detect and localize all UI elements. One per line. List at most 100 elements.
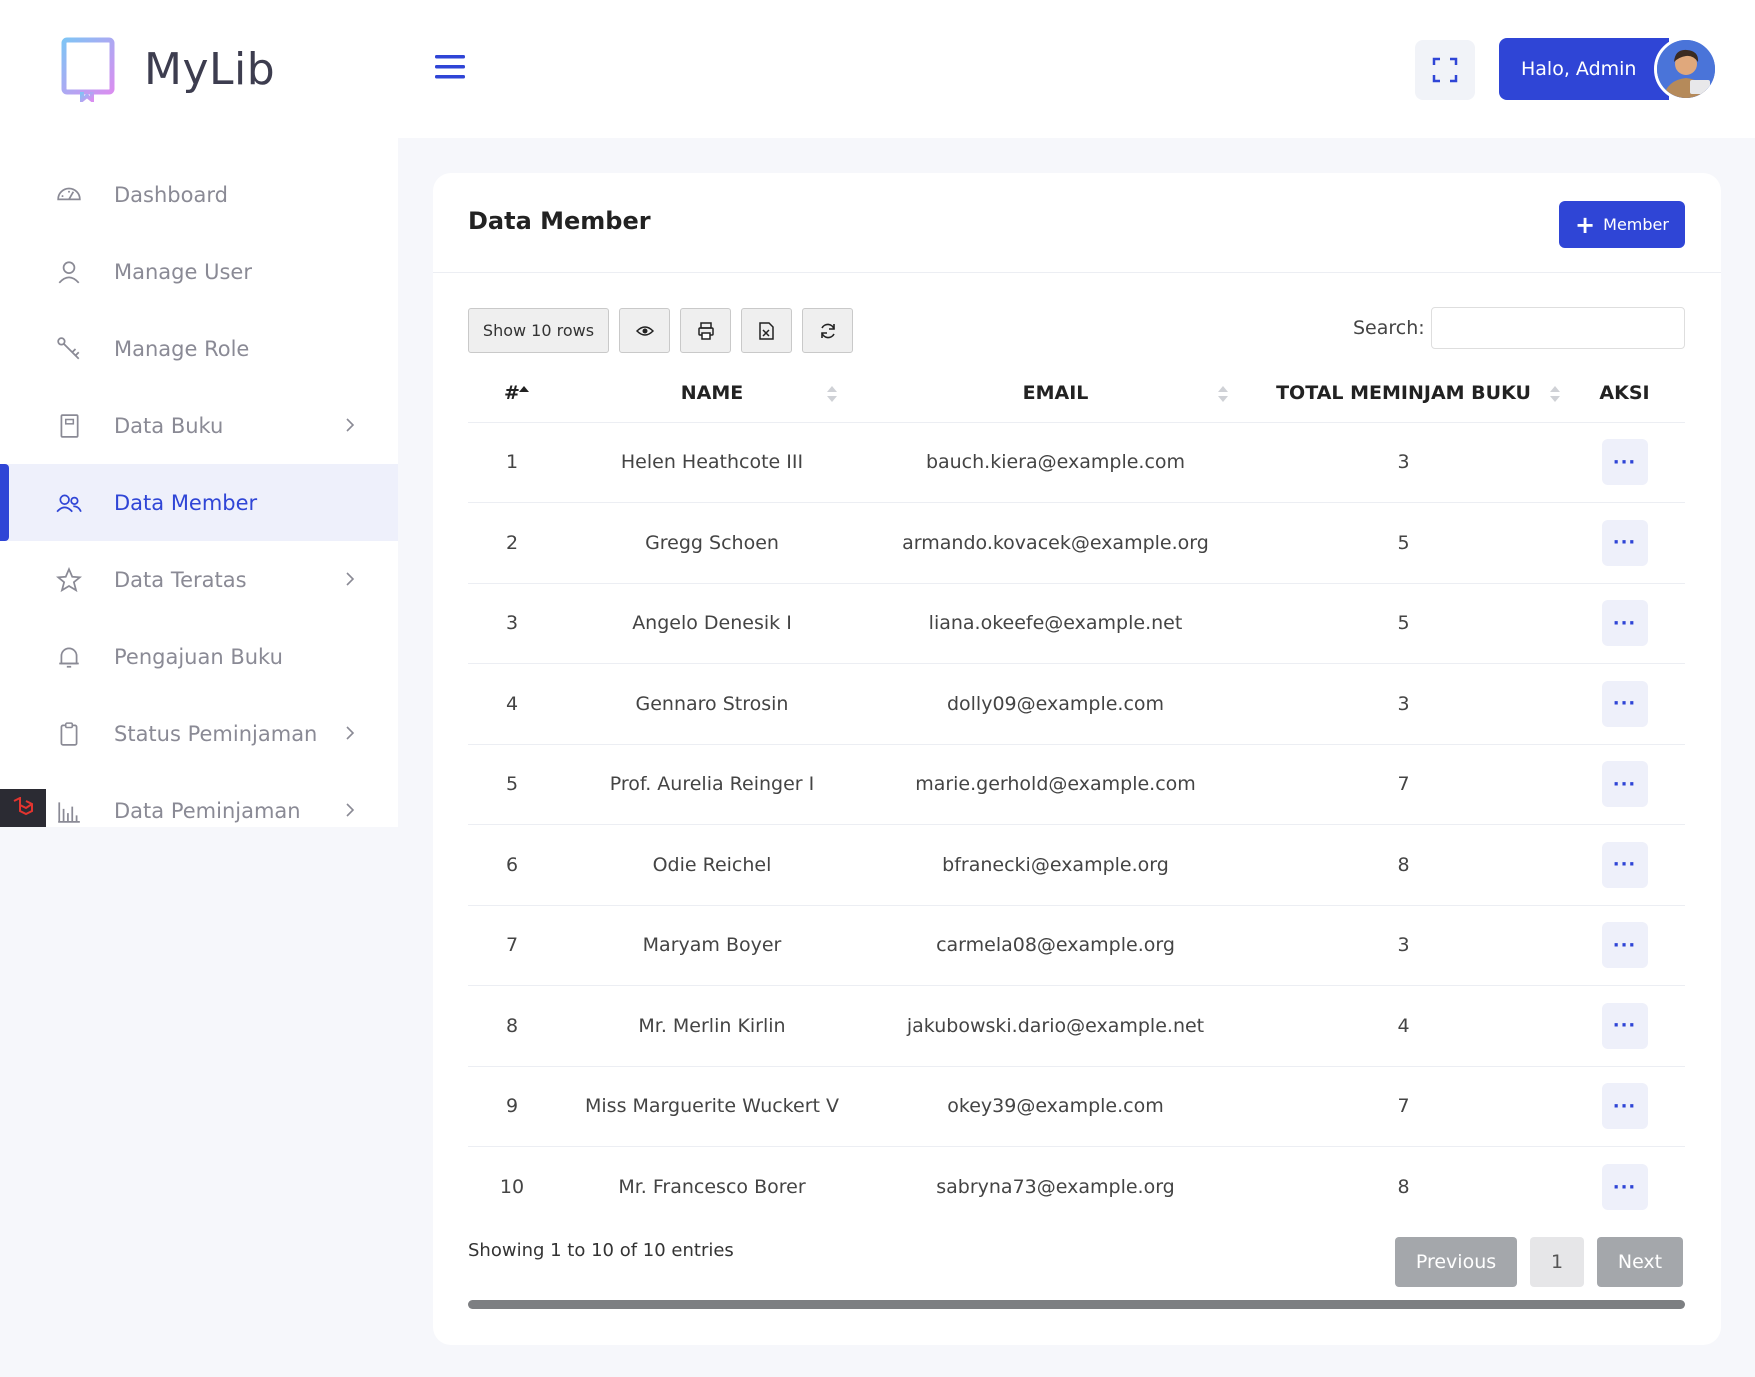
- row-actions-button[interactable]: ···: [1601, 680, 1648, 727]
- cell-total: 7: [1243, 1066, 1564, 1147]
- export-excel-button[interactable]: [741, 308, 792, 353]
- cell-name: Miss Marguerite Wuckert V: [556, 1066, 868, 1147]
- sidebar-item-label: Manage User: [114, 259, 252, 284]
- col-header-number[interactable]: #: [468, 365, 556, 423]
- user-icon: [58, 260, 80, 283]
- user-menu-button[interactable]: Halo, Admin: [1499, 38, 1669, 100]
- col-header-email-label: EMAIL: [1022, 382, 1089, 405]
- add-member-label: Member: [1603, 215, 1669, 234]
- row-actions-button[interactable]: ···: [1601, 761, 1648, 808]
- cell-aksi: ···: [1564, 905, 1685, 986]
- cell-total: 3: [1243, 905, 1564, 986]
- column-visibility-button[interactable]: [619, 308, 670, 353]
- sidebar-item-data-member[interactable]: Data Member: [0, 464, 398, 541]
- refresh-button[interactable]: [802, 308, 853, 353]
- refresh-icon: [820, 323, 835, 338]
- sidebar-item-label: Data Teratas: [114, 567, 247, 592]
- row-actions-button[interactable]: ···: [1601, 922, 1648, 969]
- cell-email: okey39@example.com: [868, 1066, 1243, 1147]
- horizontal-scrollbar[interactable]: [468, 1300, 1685, 1309]
- row-actions-button[interactable]: ···: [1601, 600, 1648, 647]
- cell-email: jakubowski.dario@example.net: [868, 985, 1243, 1067]
- sidebar-item-label: Dashboard: [114, 182, 228, 207]
- app-name: MyLib: [144, 43, 276, 95]
- cell-number: 2: [468, 502, 556, 584]
- cell-total: 3: [1243, 422, 1564, 503]
- sidebar-item-pengajuan-buku[interactable]: Pengajuan Buku: [0, 618, 398, 695]
- sidebar-item-data-peminjaman[interactable]: Data Peminjaman: [0, 772, 398, 849]
- sidebar-item-label: Data Member: [114, 490, 258, 515]
- gauge-icon: [57, 187, 81, 200]
- cell-aksi: ···: [1564, 422, 1685, 503]
- cell-aksi: ···: [1564, 583, 1685, 664]
- row-actions-button[interactable]: ···: [1601, 1002, 1648, 1049]
- col-header-email[interactable]: EMAIL: [868, 365, 1243, 423]
- cell-name: Mr. Merlin Kirlin: [556, 985, 868, 1067]
- cell-name: Angelo Denesik I: [556, 583, 868, 664]
- user-greeting: Halo, Admin: [1521, 58, 1637, 80]
- row-actions-button[interactable]: ···: [1601, 519, 1648, 566]
- previous-page-button[interactable]: Previous: [1395, 1237, 1517, 1287]
- cell-aksi: ···: [1564, 985, 1685, 1067]
- app-logo[interactable]: MyLib: [60, 36, 275, 102]
- cell-total: 5: [1243, 502, 1564, 584]
- cell-name: Mr. Francesco Borer: [618, 1176, 806, 1198]
- user-avatar[interactable]: [1654, 37, 1718, 101]
- sidebar-item-data-buku[interactable]: Data Buku: [0, 387, 398, 464]
- sidebar-nav: Dashboard Manage User Manage Role Data Buku…: [0, 156, 398, 849]
- page-1-button[interactable]: 1: [1530, 1237, 1584, 1287]
- row-actions-button[interactable]: ···: [1601, 1083, 1648, 1130]
- table-row: 3 Angelo Denesik Iliana.okeefe@example.ne…: [468, 583, 1685, 664]
- table-toolbar: Show 10 rows: [468, 308, 863, 353]
- cell-email: liana.okeefe@example.net: [868, 583, 1243, 664]
- col-header-aksi: AKSI: [1564, 365, 1685, 423]
- table-row: 1 Helen Heathcote III bauch.kiera@example.…: [468, 422, 1685, 503]
- col-header-total[interactable]: TOTAL MEMINJAM BUKU: [1243, 365, 1564, 423]
- fullscreen-button[interactable]: [1415, 40, 1475, 100]
- top-header: Halo, Admin: [398, 0, 1755, 138]
- print-button[interactable]: [680, 308, 731, 353]
- cell-aksi: ···: [1564, 502, 1685, 584]
- sort-icon: [1550, 386, 1560, 402]
- table-row: 2 Gregg Schoen armando.kovacek@example.org…: [468, 502, 1685, 584]
- row-actions-button[interactable]: ···: [1601, 1164, 1648, 1210]
- col-header-name-label: NAME: [680, 382, 744, 405]
- cell-email: marie.gerhold@example.com: [868, 744, 1243, 825]
- show-rows-button[interactable]: Show 10 rows: [468, 308, 609, 353]
- eye-icon: [635, 325, 654, 336]
- sidebar-item-status-peminjaman[interactable]: Status Peminjaman: [0, 695, 398, 772]
- laravel-debug-badge[interactable]: [0, 789, 46, 827]
- star-icon: [56, 566, 82, 592]
- data-member-card: Data Member + Member Show 10 rows Search…: [433, 173, 1721, 1345]
- cell-aksi: ···: [1564, 663, 1685, 745]
- show-rows-label: Show 10 rows: [482, 321, 595, 340]
- cell-name: Helen Heathcote III: [556, 422, 868, 503]
- sort-icon: [827, 386, 837, 402]
- member-table: # NAME EMAIL TOTAL MEMINJAM BUKU AKSI 1 …: [468, 365, 1685, 1227]
- chevron-right-icon: [346, 726, 355, 740]
- sidebar-item-dashboard[interactable]: Dashboard: [0, 156, 398, 233]
- card-header: Data Member + Member: [433, 173, 1721, 273]
- cell-email: dolly09@example.com: [868, 663, 1243, 745]
- col-header-name[interactable]: NAME: [556, 365, 868, 423]
- cell-email: armando.kovacek@example.org: [868, 502, 1243, 584]
- table-row: 7 Maryam Boyer carmela08@example.org 3 ···: [468, 905, 1685, 986]
- row-actions-button[interactable]: ···: [1601, 841, 1648, 888]
- table-body: 1 Helen Heathcote III bauch.kiera@example.…: [468, 422, 1685, 1227]
- cell-aksi: ···: [1564, 1066, 1685, 1147]
- add-member-button[interactable]: + Member: [1559, 201, 1685, 248]
- cell-email: bauch.kiera@example.com: [868, 422, 1243, 503]
- excel-file-icon: [759, 321, 774, 340]
- search-input[interactable]: [1431, 307, 1685, 349]
- pagination: Previous 1 Next: [1395, 1237, 1683, 1287]
- menu-toggle-icon[interactable]: [434, 52, 466, 82]
- sidebar-item-manage-role[interactable]: Manage Role: [0, 310, 398, 387]
- next-page-button[interactable]: Next: [1597, 1237, 1683, 1287]
- row-actions-button[interactable]: ···: [1601, 439, 1648, 486]
- table-row: 8 Mr. Merlin Kirlin jakubowski.dario@examp…: [468, 985, 1685, 1067]
- sidebar-item-data-teratas[interactable]: Data Teratas: [0, 541, 398, 618]
- cell-email: carmela08@example.org: [868, 905, 1243, 986]
- sidebar-item-manage-user[interactable]: Manage User: [0, 233, 398, 310]
- col-header-aksi-label: AKSI: [1599, 382, 1650, 405]
- clipboard-icon: [60, 721, 78, 746]
